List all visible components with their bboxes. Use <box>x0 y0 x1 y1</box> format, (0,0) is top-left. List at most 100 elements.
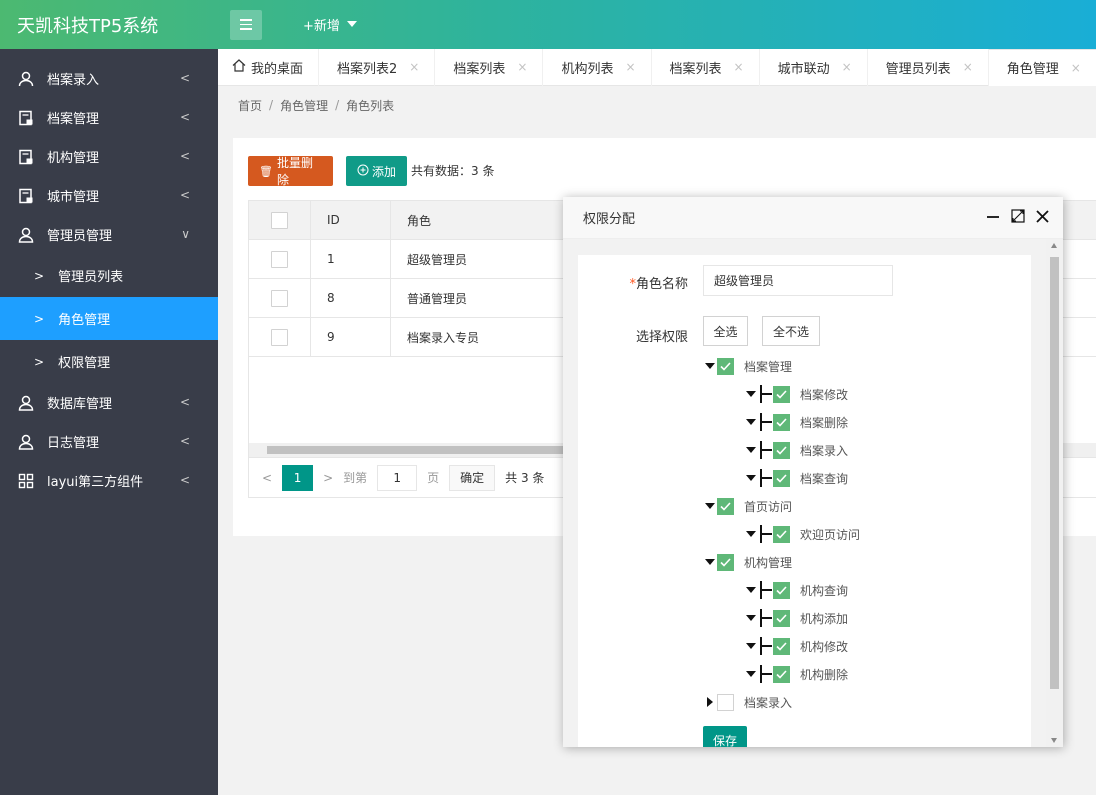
prev-page-button[interactable]: < <box>262 471 272 485</box>
goto-page-input[interactable]: 1 <box>377 464 418 491</box>
users-icon <box>17 433 35 451</box>
tree-node-archives-entry[interactable]: 档案录入 <box>746 440 848 460</box>
close-icon[interactable]: × <box>625 60 635 74</box>
checkbox-checked[interactable] <box>773 665 790 683</box>
close-icon[interactable] <box>1036 209 1049 227</box>
save-button[interactable]: 保存 <box>703 726 747 747</box>
tree-node-archives-query[interactable]: 档案查询 <box>746 468 848 488</box>
expand-icon[interactable] <box>746 615 756 621</box>
tab-desktop[interactable]: 我的桌面 <box>218 48 320 86</box>
expand-icon[interactable] <box>705 363 715 369</box>
sidebar-item-archive-entry[interactable]: 档案录入 < <box>0 59 218 98</box>
tree-label: 首页访问 <box>744 499 793 514</box>
checkbox-checked[interactable] <box>773 441 790 459</box>
sidebar-item-org-mgmt[interactable]: 机构管理 < <box>0 137 218 176</box>
checkbox-checked[interactable] <box>773 637 790 655</box>
close-icon[interactable]: × <box>517 60 527 74</box>
expand-icon[interactable] <box>746 391 756 397</box>
tree-node-org-add[interactable]: 机构添加 <box>746 608 848 628</box>
minimize-icon[interactable] <box>986 209 1000 227</box>
sidebar-item-label: layui第三方组件 <box>47 475 144 490</box>
checkbox-checked[interactable] <box>717 553 734 571</box>
cell-id: 8 <box>311 279 391 317</box>
row-checkbox[interactable] <box>271 328 288 346</box>
sidebar-item-city-mgmt[interactable]: 城市管理 < <box>0 176 218 215</box>
expand-icon[interactable] <box>746 531 756 537</box>
select-all-checkbox[interactable] <box>271 211 288 229</box>
plus-circle-icon <box>357 164 369 179</box>
sidebar-item-log-mgmt[interactable]: 日志管理 < <box>0 422 218 461</box>
select-all-button[interactable]: 全选 <box>703 316 748 346</box>
maximize-icon[interactable] <box>1011 209 1025 227</box>
tree-node-archives[interactable]: 档案管理 <box>705 356 792 376</box>
collapsed-icon[interactable] <box>707 697 713 707</box>
tab-role-mgmt[interactable]: 角色管理 × <box>988 48 1096 86</box>
close-icon[interactable]: × <box>1071 61 1081 75</box>
chevron-left-icon: < <box>179 188 190 202</box>
tree-node-org[interactable]: 机构管理 <box>705 552 792 572</box>
checkbox-checked[interactable] <box>717 357 734 375</box>
tree-node-entry[interactable]: 档案录入 <box>707 692 792 712</box>
tree-node-archives-edit[interactable]: 档案修改 <box>746 384 848 404</box>
sidebar-item-archive-mgmt[interactable]: 档案管理 < <box>0 98 218 137</box>
expand-icon[interactable] <box>746 643 756 649</box>
close-icon[interactable]: × <box>963 60 973 74</box>
checkbox-unchecked[interactable] <box>717 693 734 711</box>
tab-org-list[interactable]: 机构列表 × <box>543 48 652 86</box>
sidebar-sub-role-mgmt[interactable]: > 角色管理 <box>0 297 218 340</box>
add-button[interactable]: 添加 <box>346 156 407 186</box>
add-new-menu[interactable]: +新增 <box>303 15 357 34</box>
tab-admin-list[interactable]: 管理员列表 × <box>868 48 989 86</box>
breadcrumb-home[interactable]: 首页 <box>238 97 262 114</box>
checkbox-checked[interactable] <box>773 525 790 543</box>
role-name-input[interactable]: 超级管理员 <box>703 265 893 296</box>
cell-id: 9 <box>311 318 391 356</box>
expand-icon[interactable] <box>705 559 715 565</box>
tab-archive-list-b[interactable]: 档案列表 × <box>652 48 760 86</box>
top-header: 天凯科技TP5系统 +新增 <box>0 0 1096 49</box>
expand-icon[interactable] <box>746 475 756 481</box>
tab-archive-list-2[interactable]: 档案列表2 × <box>319 48 436 86</box>
row-checkbox[interactable] <box>271 289 288 307</box>
close-icon[interactable]: × <box>734 60 744 74</box>
tree-node-home-welcome[interactable]: 欢迎页访问 <box>746 524 860 544</box>
checkbox-checked[interactable] <box>773 581 790 599</box>
checkbox-checked[interactable] <box>773 469 790 487</box>
next-page-button[interactable]: > <box>323 471 333 485</box>
expand-icon[interactable] <box>746 587 756 593</box>
checkbox-checked[interactable] <box>717 497 734 515</box>
sidebar-sub-perm-mgmt[interactable]: > 权限管理 <box>0 340 218 383</box>
sidebar-item-admin-mgmt[interactable]: 管理员管理 ∨ <box>0 215 218 254</box>
chevron-left-icon: < <box>179 149 190 163</box>
batch-delete-button[interactable]: 🗑 批量删除 <box>248 156 333 187</box>
expand-icon[interactable] <box>746 419 756 425</box>
sidebar-item-db-mgmt[interactable]: 数据库管理 < <box>0 383 218 422</box>
checkbox-checked[interactable] <box>773 385 790 403</box>
tab-city-linkage[interactable]: 城市联动 × <box>760 48 868 86</box>
tree-node-archives-delete[interactable]: 档案删除 <box>746 412 848 432</box>
chevron-left-icon: < <box>179 71 190 85</box>
sidebar-item-label: 机构管理 <box>47 151 100 166</box>
tree-node-org-delete[interactable]: 机构删除 <box>746 664 848 684</box>
close-icon[interactable]: × <box>409 60 419 74</box>
expand-icon[interactable] <box>705 503 715 509</box>
checkbox-checked[interactable] <box>773 609 790 627</box>
sidebar-item-layui[interactable]: layui第三方组件 < <box>0 461 218 500</box>
close-icon[interactable]: × <box>842 60 852 74</box>
sidebar-item-label: 管理员管理 <box>47 229 113 244</box>
tree-node-home[interactable]: 首页访问 <box>705 496 792 516</box>
breadcrumb-role-mgmt[interactable]: 角色管理 <box>280 97 328 114</box>
row-checkbox[interactable] <box>271 250 288 268</box>
page-number-current[interactable]: 1 <box>282 464 314 491</box>
select-none-button[interactable]: 全不选 <box>762 316 820 346</box>
tab-archive-list[interactable]: 档案列表 × <box>435 48 544 86</box>
expand-icon[interactable] <box>746 447 756 453</box>
goto-confirm-button[interactable]: 确定 <box>449 464 496 491</box>
expand-icon[interactable] <box>746 671 756 677</box>
tree-node-org-query[interactable]: 机构查询 <box>746 580 848 600</box>
checkbox-checked[interactable] <box>773 413 790 431</box>
sidebar-sub-admin-list[interactable]: > 管理员列表 <box>0 254 218 297</box>
menu-toggle-button[interactable] <box>230 9 262 40</box>
vertical-scrollbar[interactable] <box>1046 239 1063 747</box>
tree-node-org-edit[interactable]: 机构修改 <box>746 636 848 656</box>
